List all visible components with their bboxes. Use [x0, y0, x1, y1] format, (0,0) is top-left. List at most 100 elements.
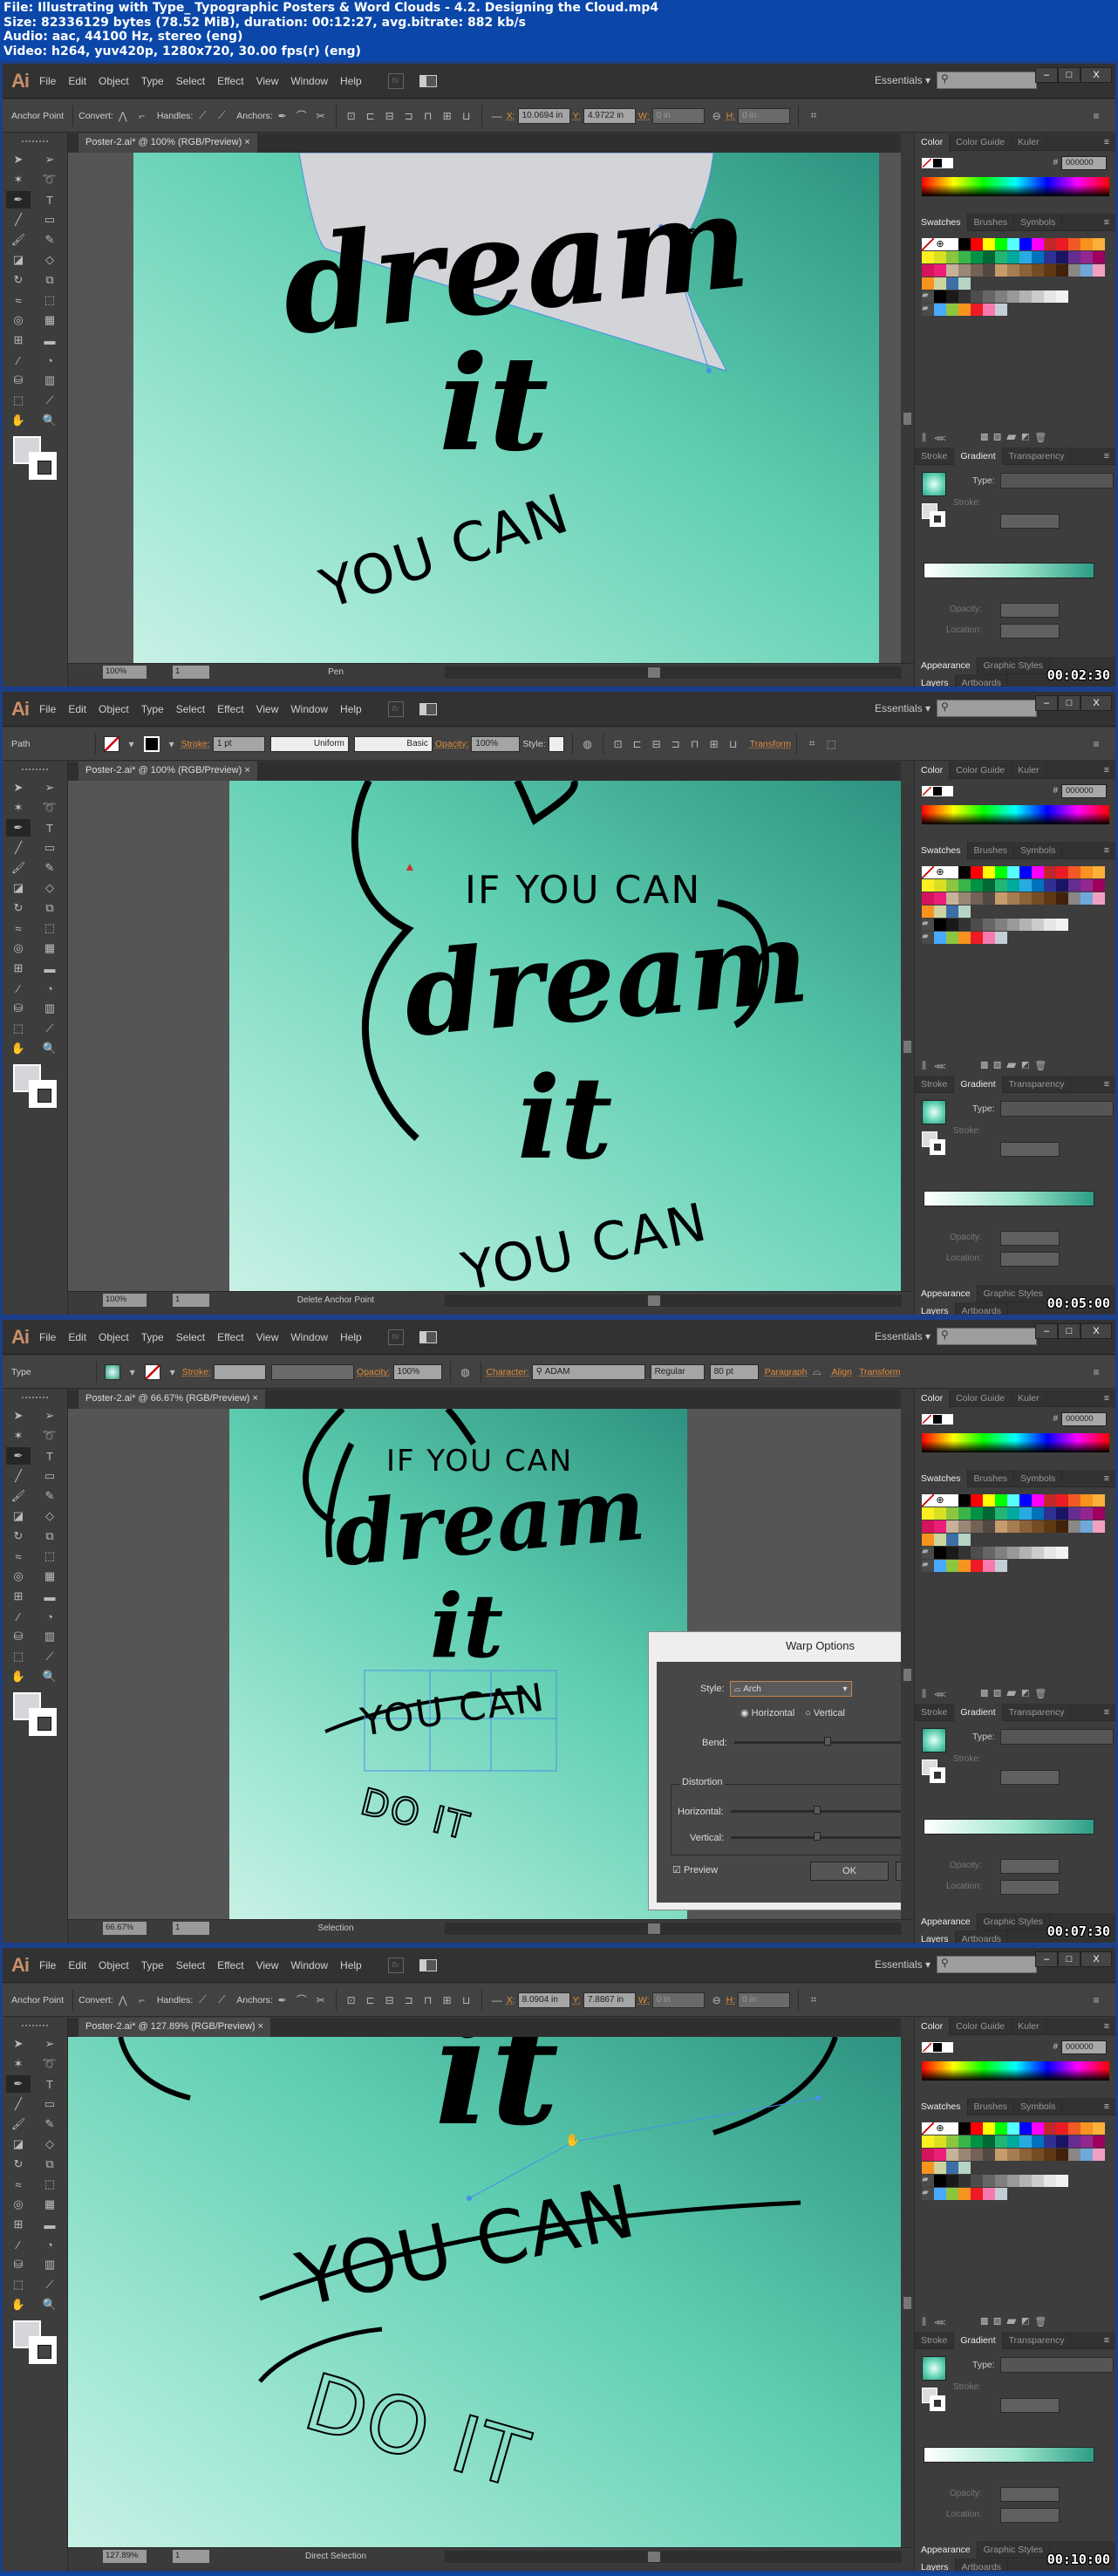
eyedropper-tool-icon[interactable]: ⁄	[6, 1608, 31, 1625]
stroke-label[interactable]: Stroke:	[182, 1367, 211, 1377]
line-tool-icon[interactable]: ╱	[6, 2095, 31, 2113]
type-tool-icon[interactable]: T	[37, 1447, 62, 1465]
swatch[interactable]	[946, 919, 958, 931]
swatch[interactable]	[983, 2175, 995, 2187]
swatch[interactable]	[971, 1507, 983, 1520]
close-button[interactable]: X	[1081, 67, 1112, 83]
connect-anchor-icon[interactable]: ⌒	[295, 1993, 309, 2007]
swatch[interactable]	[1068, 1520, 1081, 1533]
scroll-thumb[interactable]	[648, 1923, 660, 1934]
swatch[interactable]	[1081, 2135, 1093, 2148]
swatch[interactable]	[946, 251, 958, 263]
swatch[interactable]	[1068, 2135, 1081, 2148]
align-bottom-icon[interactable]: ⊔	[726, 737, 740, 751]
swatch[interactable]	[983, 264, 995, 277]
swatch-group-folder-icon[interactable]: ▰	[922, 1560, 934, 1572]
blend-tool-icon[interactable]: ◔	[37, 2236, 62, 2253]
minimize-button[interactable]: –	[1035, 1951, 1058, 1967]
tab-swatches[interactable]: Swatches	[915, 2097, 968, 2115]
swatch[interactable]	[995, 879, 1007, 892]
variable-width-profile[interactable]	[271, 1363, 355, 1380]
panel-grip[interactable]	[22, 1397, 48, 1400]
transform-link[interactable]: Transform	[750, 739, 791, 749]
tab-brushes[interactable]: Brushes	[968, 213, 1015, 231]
swatch[interactable]	[995, 1494, 1007, 1507]
swatch[interactable]	[1044, 1494, 1056, 1507]
swatch[interactable]	[958, 238, 971, 250]
zoom-tool-icon[interactable]: 🔍	[37, 1668, 62, 1685]
swatch-kinds-icon[interactable]: ⋘	[934, 2317, 945, 2327]
convert-corner-icon[interactable]: ⋀	[116, 109, 130, 123]
isolate-icon[interactable]: ⌗	[807, 109, 821, 123]
swatch[interactable]	[958, 879, 971, 892]
menu-edit[interactable]: Edit	[68, 703, 86, 715]
trash-icon[interactable]: 🗑	[1034, 433, 1046, 443]
new-color-group-icon[interactable]: ▤	[993, 1689, 1001, 1699]
menu-select[interactable]: Select	[176, 1331, 205, 1343]
location-select[interactable]	[1000, 2508, 1060, 2523]
stroke-swatch[interactable]	[29, 452, 57, 480]
chevron-down-icon[interactable]: ▾	[125, 737, 139, 751]
type-tool-icon[interactable]: T	[37, 191, 62, 208]
stroke-label[interactable]: Stroke:	[181, 739, 210, 749]
chevron-down-icon[interactable]: ▾	[126, 1365, 140, 1379]
swatch[interactable]	[946, 1520, 958, 1533]
w-field[interactable]: 0 in	[651, 107, 705, 124]
swatch[interactable]	[958, 892, 971, 905]
perspective-grid-tool-icon[interactable]: ▦	[37, 311, 62, 329]
gradient-type-select[interactable]	[1000, 1729, 1114, 1745]
swatch[interactable]	[946, 290, 958, 303]
swatch[interactable]	[1019, 2149, 1032, 2161]
align-vcenter-icon[interactable]: ⊞	[440, 1993, 454, 2007]
swatch[interactable]	[922, 2135, 934, 2148]
magic-wand-tool-icon[interactable]: ✶	[6, 1427, 31, 1445]
isolate-icon[interactable]: ⌗	[807, 1993, 821, 2007]
stroke-swatch[interactable]	[29, 2336, 57, 2364]
swatch[interactable]	[1019, 264, 1032, 277]
swatch[interactable]	[958, 1560, 971, 1572]
canvas-area[interactable]: dream it YOU CAN ✒	[68, 153, 901, 663]
rectangle-tool-icon[interactable]: ▭	[37, 839, 62, 857]
swatch[interactable]	[934, 879, 946, 892]
rotate-tool-icon[interactable]: ↻	[6, 899, 31, 917]
swatch[interactable]	[934, 1560, 946, 1572]
horizontal-scrollbar[interactable]	[445, 1922, 902, 1935]
swatch[interactable]	[1044, 879, 1056, 892]
swatch[interactable]	[1007, 264, 1019, 277]
brush-definition[interactable]: Basic	[353, 735, 433, 752]
h-field[interactable]: 0 in	[738, 107, 791, 124]
bridge-button[interactable]: Br	[387, 72, 404, 89]
swatch[interactable]	[983, 866, 995, 878]
selection-tool-icon[interactable]: ➤	[6, 2035, 31, 2053]
none-chip[interactable]	[922, 158, 932, 168]
swatch[interactable]	[1032, 2135, 1044, 2148]
swatch[interactable]	[958, 932, 971, 944]
swatch[interactable]	[934, 1507, 946, 1520]
ok-button[interactable]: OK	[810, 1862, 889, 1881]
swatch[interactable]	[971, 1547, 983, 1559]
stroke-weight-field[interactable]: 1 pt	[212, 735, 265, 752]
swatch[interactable]	[934, 304, 946, 316]
swatch[interactable]	[1032, 866, 1044, 878]
reference-point-icon[interactable]: —	[490, 1993, 504, 2007]
swatch-registration[interactable]: ⊕	[934, 2122, 946, 2135]
zoom-level-field[interactable]: 100%	[103, 1294, 147, 1307]
swatch[interactable]	[958, 2162, 971, 2174]
show-handles-icon[interactable]: ⟋	[195, 1993, 209, 2007]
line-tool-icon[interactable]: ╱	[6, 1467, 31, 1485]
panel-menu-icon[interactable]: ≡	[1098, 842, 1115, 859]
width-tool-icon[interactable]: ≈	[6, 1548, 31, 1565]
zoom-tool-icon[interactable]: 🔍	[37, 412, 62, 429]
panel-menu-icon[interactable]: ≡	[1098, 1390, 1115, 1407]
swatch[interactable]	[958, 277, 971, 290]
lasso-tool-icon[interactable]: ➰	[37, 1427, 62, 1445]
swatch[interactable]	[1044, 2122, 1056, 2135]
tab-appearance[interactable]: Appearance	[915, 1284, 978, 1302]
swatch[interactable]	[934, 2188, 946, 2200]
recolor-artwork-icon[interactable]: ◍	[459, 1365, 473, 1379]
swatch[interactable]	[1081, 866, 1093, 878]
gradient-type-select[interactable]	[1000, 2357, 1114, 2373]
opacity-field[interactable]: 100%	[471, 735, 521, 752]
vertical-scrollbar[interactable]	[901, 1409, 914, 1919]
swatch-group-folder-icon[interactable]: ▰	[922, 1547, 934, 1559]
